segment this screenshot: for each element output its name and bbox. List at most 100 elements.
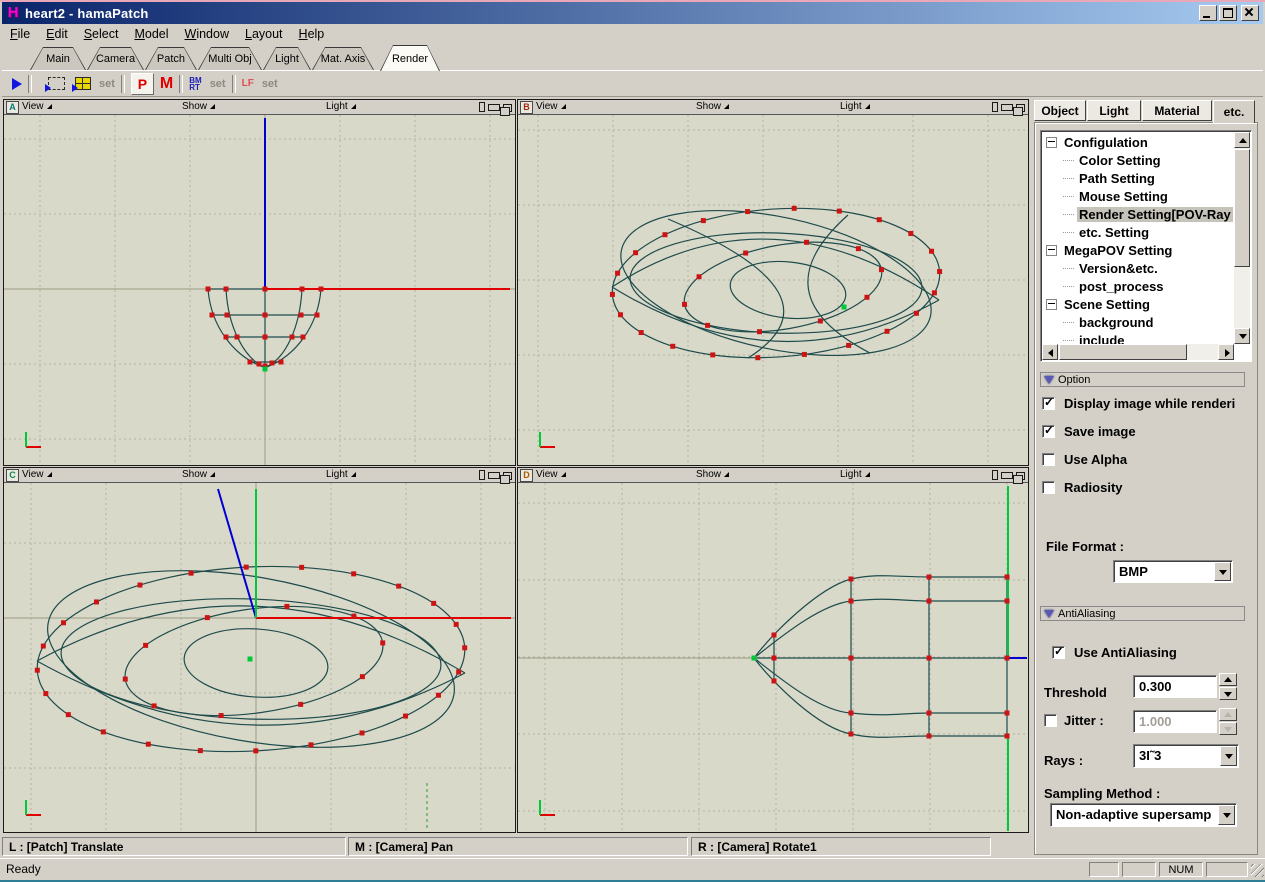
render-start-icon[interactable] <box>12 78 22 90</box>
spin-down-icon[interactable] <box>1219 687 1237 700</box>
viewport-layout-horizontal-icon[interactable] <box>488 472 500 479</box>
tree-horizontal-scrollbar[interactable] <box>1042 344 1234 360</box>
viewport-view-menu[interactable]: View <box>536 101 566 112</box>
tree-collapse-icon[interactable] <box>1046 137 1057 148</box>
pov-toggle-button[interactable]: P <box>131 73 154 95</box>
tree-item[interactable]: background <box>1043 313 1234 331</box>
menu-file[interactable]: File <box>2 26 38 42</box>
scroll-thumb[interactable] <box>1059 344 1187 360</box>
use-antialiasing-checkbox[interactable] <box>1052 646 1065 659</box>
menu-select[interactable]: Select <box>76 26 127 42</box>
menu-model[interactable]: Model <box>126 26 176 42</box>
tab-patch[interactable]: Patch <box>145 47 197 70</box>
dropdown-arrow-icon[interactable] <box>1214 562 1231 581</box>
tab-camera[interactable]: Camera <box>87 47 144 70</box>
resize-grip[interactable] <box>1251 864 1264 877</box>
viewport-view-menu[interactable]: View <box>22 469 52 480</box>
menu-window[interactable]: Window <box>177 26 237 42</box>
tree-collapse-icon[interactable] <box>1046 299 1057 310</box>
option-group-header[interactable]: Option <box>1040 372 1245 387</box>
threshold-spinner[interactable] <box>1219 673 1237 700</box>
viewport-layout-vertical-icon[interactable] <box>992 102 998 112</box>
viewport-layout-vertical-icon[interactable] <box>992 470 998 480</box>
tree-item[interactable]: Configulation <box>1043 133 1234 151</box>
scroll-up-icon[interactable] <box>1234 132 1250 148</box>
collapse-triangle-icon[interactable] <box>1044 610 1054 618</box>
bmrt-icon[interactable]: BMRT <box>189 77 201 91</box>
viewport-layout-cascade-icon[interactable] <box>503 104 512 112</box>
tree-vertical-scrollbar[interactable] <box>1234 132 1250 344</box>
viewport-layout-cascade-icon[interactable] <box>1016 472 1025 480</box>
side-tab-light[interactable]: Light <box>1087 100 1141 121</box>
file-format-select[interactable]: BMP <box>1113 560 1233 583</box>
viewport-layout-vertical-icon[interactable] <box>479 470 485 480</box>
display-image-checkbox[interactable] <box>1042 397 1055 410</box>
menu-edit[interactable]: Edit <box>38 26 76 42</box>
spin-up-icon[interactable] <box>1219 673 1237 686</box>
lf-icon[interactable]: LF <box>242 78 254 89</box>
close-button[interactable] <box>1241 5 1259 21</box>
threshold-input[interactable]: 0.300 <box>1133 675 1217 698</box>
dropdown-arrow-icon[interactable] <box>1220 746 1237 766</box>
tree-item[interactable]: Version&etc. <box>1043 259 1234 277</box>
side-tab-object[interactable]: Object <box>1034 100 1086 121</box>
megapov-toggle-button[interactable]: M <box>160 75 173 93</box>
viewport-light-menu[interactable]: Light <box>326 101 356 112</box>
region-set-button[interactable]: set <box>99 78 115 90</box>
tree-item[interactable]: MegaPOV Setting <box>1043 241 1234 259</box>
viewport-layout-cascade-icon[interactable] <box>1016 104 1025 112</box>
viewport-a-canvas[interactable] <box>4 115 515 465</box>
maximize-button[interactable] <box>1219 5 1237 21</box>
side-tab-material[interactable]: Material <box>1142 100 1212 121</box>
scroll-thumb[interactable] <box>1234 149 1250 267</box>
tab-render[interactable]: Render <box>380 45 440 71</box>
dropdown-arrow-icon[interactable] <box>1218 805 1235 825</box>
viewport-show-menu[interactable]: Show <box>696 469 729 480</box>
save-image-checkbox[interactable] <box>1042 425 1055 438</box>
tree-item[interactable]: etc. Setting <box>1043 223 1234 241</box>
tree-item[interactable]: Path Setting <box>1043 169 1234 187</box>
viewport-layout-horizontal-icon[interactable] <box>1001 472 1013 479</box>
tree-item-selected[interactable]: Render Setting[POV-Ray <box>1043 205 1234 223</box>
scroll-down-icon[interactable] <box>1234 328 1250 344</box>
use-alpha-checkbox[interactable] <box>1042 453 1055 466</box>
viewport-layout-horizontal-icon[interactable] <box>1001 104 1013 111</box>
viewport-c-canvas[interactable] <box>4 483 515 832</box>
side-tab-etc[interactable]: etc. <box>1213 100 1255 123</box>
radiosity-checkbox[interactable] <box>1042 481 1055 494</box>
render-region-icon[interactable] <box>48 77 65 90</box>
sampling-method-select[interactable]: Non-adaptive supersamp <box>1050 803 1237 827</box>
tab-main[interactable]: Main <box>30 47 86 70</box>
menu-layout[interactable]: Layout <box>237 26 291 42</box>
antialiasing-group-header[interactable]: AntiAliasing <box>1040 606 1245 621</box>
viewport-layout-vertical-icon[interactable] <box>479 102 485 112</box>
scroll-right-icon[interactable] <box>1218 344 1234 360</box>
viewport-light-menu[interactable]: Light <box>326 469 356 480</box>
viewport-layout-cascade-icon[interactable] <box>503 472 512 480</box>
tree-collapse-icon[interactable] <box>1046 245 1057 256</box>
bmrt-set-button[interactable]: set <box>210 78 226 90</box>
scroll-left-icon[interactable] <box>1042 344 1058 360</box>
menu-help[interactable]: Help <box>291 26 333 42</box>
render-grid-icon[interactable] <box>75 77 91 90</box>
minimize-button[interactable] <box>1199 5 1217 21</box>
rays-select[interactable]: 3I˜3 <box>1133 744 1239 768</box>
viewport-show-menu[interactable]: Show <box>182 101 215 112</box>
viewport-show-menu[interactable]: Show <box>696 101 729 112</box>
tree-item[interactable]: Mouse Setting <box>1043 187 1234 205</box>
collapse-triangle-icon[interactable] <box>1044 376 1054 384</box>
tree-item[interactable]: Scene Setting <box>1043 295 1234 313</box>
viewport-layout-horizontal-icon[interactable] <box>488 104 500 111</box>
viewport-b-canvas[interactable] <box>518 115 1028 465</box>
jitter-checkbox[interactable] <box>1044 714 1057 727</box>
tab-mat-axis[interactable]: Mat. Axis <box>312 47 374 70</box>
tab-multi-obj[interactable]: Multi Obj <box>198 47 262 70</box>
viewport-view-menu[interactable]: View <box>536 469 566 480</box>
tree-item[interactable]: post_process <box>1043 277 1234 295</box>
viewport-light-menu[interactable]: Light <box>840 101 870 112</box>
viewport-light-menu[interactable]: Light <box>840 469 870 480</box>
tab-light[interactable]: Light <box>263 47 311 70</box>
tree-item[interactable]: Color Setting <box>1043 151 1234 169</box>
viewport-show-menu[interactable]: Show <box>182 469 215 480</box>
lf-set-button[interactable]: set <box>262 78 278 90</box>
